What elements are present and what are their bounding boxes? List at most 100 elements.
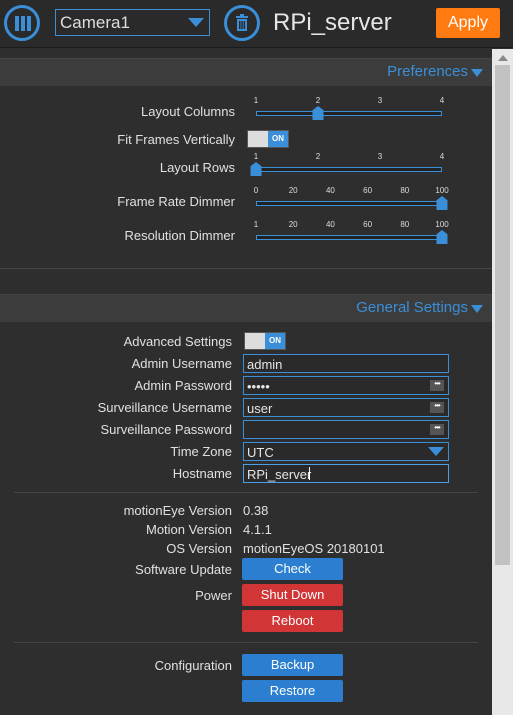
slider-track <box>256 167 442 172</box>
layout-rows-slider[interactable]: 1 2 3 4 <box>250 152 445 176</box>
slider-ticks: 1 20 40 60 80 100 <box>253 220 449 232</box>
slider-tick-label: 100 <box>435 186 449 195</box>
resolution-dimmer-label: Resolution Dimmer <box>124 228 235 243</box>
time-zone-select[interactable]: UTC <box>243 442 449 461</box>
slider-handle[interactable] <box>312 106 324 120</box>
apply-button[interactable]: Apply <box>436 8 500 38</box>
slider-tick-label: 3 <box>377 96 383 105</box>
admin-username-label: Admin Username <box>131 356 232 371</box>
motioneye-version-value: 0.38 <box>243 503 269 518</box>
slider-tick-label: 0 <box>253 186 259 195</box>
admin-username-value: admin <box>247 357 283 372</box>
columns-icon[interactable] <box>4 5 40 41</box>
slider-tick-label: 80 <box>400 220 410 229</box>
slider-tick-label: 100 <box>435 220 449 229</box>
frame-rate-dimmer-slider[interactable]: 0 20 40 60 80 100 <box>253 186 449 210</box>
top-bar: Camera1 RPi_server Apply <box>0 0 513 48</box>
toggle-state: ON <box>268 131 288 147</box>
settings-panel: Preferences Layout Columns 1 2 3 4 Fit Fram… <box>0 49 492 715</box>
slider-tick-label: 20 <box>288 186 298 195</box>
slider-tick-label: 60 <box>363 220 373 229</box>
layout-columns-slider[interactable]: 1 2 3 4 <box>253 96 445 120</box>
camera-select-value: Camera1 <box>60 13 130 32</box>
preferences-title: Preferences <box>387 63 468 80</box>
layout-rows-label: Layout Rows <box>159 160 235 175</box>
chevron-down-icon <box>428 447 444 456</box>
slider-handle[interactable] <box>250 162 262 176</box>
slider-tick-label: 2 <box>315 152 321 161</box>
time-zone-label: Time Zone <box>170 444 232 459</box>
camera-select[interactable]: Camera1 <box>55 9 210 36</box>
advanced-settings-toggle[interactable]: ON <box>244 332 286 350</box>
vertical-scrollbar[interactable] <box>492 49 513 715</box>
reboot-button[interactable]: Reboot <box>242 610 343 632</box>
slider-track <box>256 235 442 240</box>
trash-icon[interactable] <box>224 5 260 41</box>
divider <box>14 492 478 493</box>
slider-track <box>256 201 442 206</box>
slider-tick-label: 40 <box>325 186 335 195</box>
slider-track <box>256 111 442 116</box>
slider-tick-label: 4 <box>439 152 445 161</box>
toggle-state: ON <box>265 333 285 349</box>
slider-handle[interactable] <box>436 196 448 210</box>
divider <box>14 642 478 643</box>
os-version-value: motionEyeOS 20180101 <box>243 541 385 556</box>
shut-down-button[interactable]: Shut Down <box>242 584 343 606</box>
general-settings-title: General Settings <box>356 299 468 316</box>
surveillance-username-label: Surveillance Username <box>97 400 232 415</box>
divider <box>0 268 492 269</box>
resolution-dimmer-slider[interactable]: 1 20 40 60 80 100 <box>253 220 449 244</box>
slider-ticks: 0 20 40 60 80 100 <box>253 186 449 198</box>
slider-tick-label: 20 <box>288 220 298 229</box>
surveillance-username-value: user <box>247 401 273 416</box>
backup-button[interactable]: Backup <box>242 654 343 676</box>
restore-button[interactable]: Restore <box>242 680 343 702</box>
slider-tick-label: 3 <box>377 152 383 161</box>
motion-version-label: Motion Version <box>146 522 232 537</box>
slider-handle[interactable] <box>436 230 448 244</box>
surveillance-username-field[interactable]: user ••• <box>243 398 449 417</box>
fit-frames-toggle[interactable]: ON <box>247 130 289 148</box>
time-zone-value: UTC <box>247 445 274 460</box>
toggle-knob <box>248 131 270 147</box>
toggle-knob <box>245 333 267 349</box>
fit-frames-label: Fit Frames Vertically <box>117 132 235 147</box>
slider-tick-label: 40 <box>325 220 335 229</box>
scroll-up-icon[interactable] <box>498 55 508 61</box>
slider-ticks: 1 2 3 4 <box>253 96 445 108</box>
hostname-label: Hostname <box>172 466 232 481</box>
slider-tick-label: 80 <box>400 186 410 195</box>
surveillance-password-field[interactable]: ••• <box>243 420 449 439</box>
slider-ticks: 1 2 3 4 <box>253 152 445 164</box>
dots-icon[interactable]: ••• <box>430 402 444 413</box>
slider-tick-label: 4 <box>439 96 445 105</box>
configuration-label: Configuration <box>154 658 232 673</box>
admin-username-field[interactable]: admin <box>243 354 449 373</box>
admin-password-field[interactable]: ••••• ••• <box>243 376 449 395</box>
layout-columns-label: Layout Columns <box>141 104 235 119</box>
page-title: RPi_server <box>273 9 392 36</box>
surveillance-password-label: Surveillance Password <box>100 422 232 437</box>
hostname-field[interactable]: RPi_server <box>243 464 449 483</box>
text-caret <box>309 467 310 480</box>
slider-tick-label: 60 <box>363 186 373 195</box>
general-settings-header[interactable]: General Settings <box>0 294 492 322</box>
chevron-down-icon <box>188 18 204 27</box>
admin-password-value: ••••• <box>247 379 270 394</box>
slider-tick-label: 2 <box>315 96 321 105</box>
slider-tick-label: 1 <box>253 220 259 229</box>
software-update-label: Software Update <box>135 562 232 577</box>
dots-icon[interactable]: ••• <box>430 380 444 391</box>
slider-tick-label: 1 <box>253 152 259 161</box>
preferences-header[interactable]: Preferences <box>0 58 492 86</box>
slider-tick-label: 1 <box>253 96 259 105</box>
admin-password-label: Admin Password <box>134 378 232 393</box>
advanced-settings-label: Advanced Settings <box>123 334 232 349</box>
frame-rate-dimmer-label: Frame Rate Dimmer <box>117 194 235 209</box>
scrollbar-thumb[interactable] <box>495 65 510 565</box>
chevron-down-icon <box>471 69 483 77</box>
chevron-down-icon <box>471 305 483 313</box>
dots-icon[interactable]: ••• <box>430 424 444 435</box>
check-button[interactable]: Check <box>242 558 343 580</box>
